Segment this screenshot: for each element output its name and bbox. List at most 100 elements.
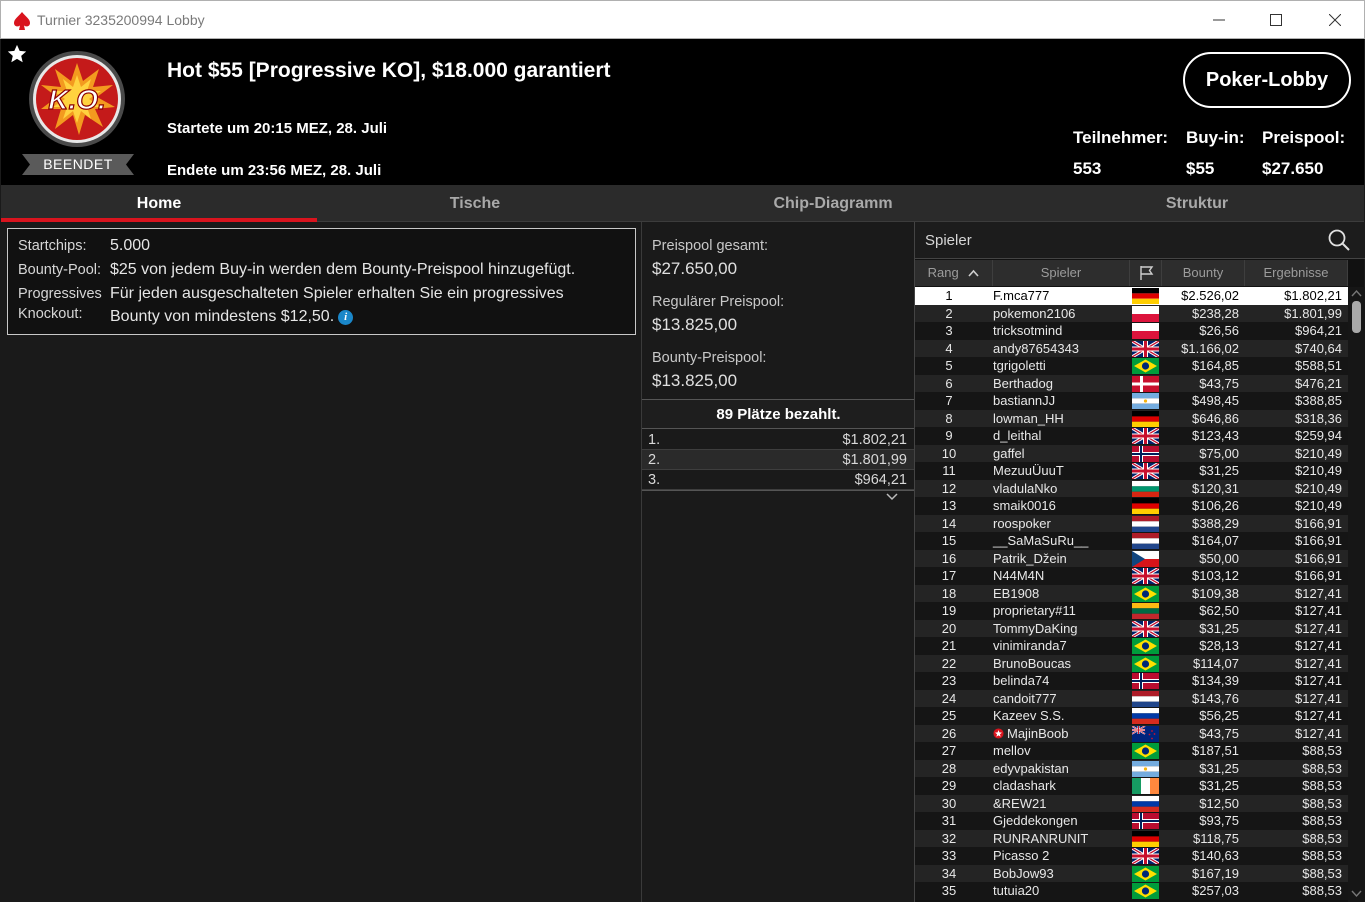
player-rank: 12 <box>941 480 957 496</box>
player-row[interactable]: 21 vinimiranda7 $28,13 $127,41 <box>915 637 1348 655</box>
expand-payouts[interactable] <box>642 490 915 504</box>
scroll-down-icon[interactable] <box>1351 890 1362 898</box>
player-rank: 29 <box>941 778 957 793</box>
player-result: $88,53 <box>1302 848 1342 863</box>
player-row[interactable]: 31 Gjeddekongen $93,75 $88,53 <box>915 812 1348 830</box>
player-name: MezuuÜuuT <box>993 463 1064 478</box>
player-row[interactable]: 22 BrunoBoucas $114,07 $127,41 <box>915 654 1348 672</box>
progressive-label-line1: Progressives <box>18 286 102 302</box>
player-name-cell: MajinBoob <box>993 726 1068 741</box>
search-icon[interactable] <box>1327 228 1351 252</box>
column-country[interactable] <box>1130 260 1162 286</box>
player-row[interactable]: 34 BobJow93 $167,19 $88,53 <box>915 864 1348 882</box>
buyin-value: $55 <box>1186 159 1215 178</box>
tab-structure[interactable]: Struktur <box>1039 185 1355 222</box>
player-name: proprietary#11 <box>993 603 1076 618</box>
player-row[interactable]: 7 bastiannJJ $498,45 $388,85 <box>915 392 1348 410</box>
player-row[interactable]: 17 N44M4N $103,12 $166,91 <box>915 566 1348 586</box>
favorite-star-icon[interactable] <box>6 43 28 65</box>
player-row[interactable]: 28 edyvpakistan $31,25 $88,53 <box>915 759 1348 777</box>
player-row[interactable]: 5 tgrigoletti $164,85 $588,51 <box>915 357 1348 375</box>
tab-home[interactable]: Home <box>1 185 317 222</box>
player-result: $210,49 <box>1295 463 1342 478</box>
player-row[interactable]: 4 andy87654343 $1.166,02 $740,64 <box>915 339 1348 358</box>
player-name-cell: tricksotmind <box>993 323 1062 338</box>
player-row[interactable]: 26 MajinBoob $43,75 $127,41 <box>915 724 1348 742</box>
player-name-cell: mellov <box>993 743 1031 758</box>
player-bounty: $134,39 <box>1192 673 1239 688</box>
tournament-lobby-window: Turnier 3235200994 Lobby K.O. BEENDET Ho… <box>0 0 1365 902</box>
player-row[interactable]: 20 TommyDaKing $31,25 $127,41 <box>915 619 1348 638</box>
player-row[interactable]: 10 gaffel $75,00 $210,49 <box>915 444 1348 462</box>
player-row[interactable]: 19 proprietary#11 $62,50 $127,41 <box>915 602 1348 620</box>
player-name: Picasso 2 <box>993 848 1050 863</box>
player-bounty: $75,00 <box>1199 445 1239 461</box>
player-row[interactable]: 33 Picasso 2 $140,63 $88,53 <box>915 846 1348 866</box>
player-result: $88,53 <box>1302 865 1342 881</box>
player-row[interactable]: 16 Patrik_Džein $50,00 $166,91 <box>915 549 1348 567</box>
player-row[interactable]: 2 pokemon2106 $238,28 $1.801,99 <box>915 304 1348 322</box>
player-rank: 32 <box>941 830 957 846</box>
players-scrollbar[interactable] <box>1348 287 1365 902</box>
player-row[interactable]: 27 mellov $187,51 $88,53 <box>915 742 1348 760</box>
player-row[interactable]: 9 d_leithal $123,43 $259,94 <box>915 426 1348 446</box>
player-bounty: $106,26 <box>1192 498 1239 513</box>
player-name: vladulaNko <box>993 480 1058 496</box>
player-row[interactable]: 18 EB1908 $109,38 $127,41 <box>915 584 1348 602</box>
player-row[interactable]: 11 MezuuÜuuT $31,25 $210,49 <box>915 461 1348 481</box>
country-flag-icon <box>1132 795 1159 812</box>
player-row[interactable]: 12 vladulaNko $120,31 $210,49 <box>915 479 1348 497</box>
player-result: $88,53 <box>1302 883 1342 898</box>
ko-logo-text: K.O. <box>48 84 106 115</box>
player-rank: 19 <box>941 603 957 618</box>
player-row[interactable]: 13 smaik0016 $106,26 $210,49 <box>915 497 1348 515</box>
column-bounty[interactable]: Bounty <box>1162 260 1245 286</box>
player-result: $88,53 <box>1302 743 1342 758</box>
player-name-cell: MezuuÜuuT <box>993 463 1064 478</box>
country-flag-icon <box>1132 708 1159 724</box>
scrollbar-thumb[interactable] <box>1352 301 1361 333</box>
player-rank: 30 <box>941 795 957 811</box>
player-row[interactable]: 25 Kazeev S.S. $56,25 $127,41 <box>915 707 1348 725</box>
player-name: BrunoBoucas <box>993 655 1072 671</box>
player-row[interactable]: 8 lowman_HH $646,86 $318,36 <box>915 409 1348 427</box>
title-bar: Turnier 3235200994 Lobby <box>0 0 1365 39</box>
player-name-cell: belinda74 <box>993 673 1049 688</box>
minimize-button[interactable] <box>1190 1 1248 39</box>
close-button[interactable] <box>1306 1 1364 39</box>
player-name: tricksotmind <box>993 323 1063 338</box>
player-row[interactable]: 35 tutuia20 $257,03 $88,53 <box>915 882 1348 900</box>
player-row[interactable]: 14 roospoker $388,29 $166,91 <box>915 514 1348 532</box>
player-rank: 2 <box>945 305 953 321</box>
tab-tables[interactable]: Tische <box>317 185 633 222</box>
maximize-icon <box>1270 14 1282 26</box>
player-name-cell: lowman_HH <box>993 411 1064 426</box>
player-row[interactable]: 24 candoit777 $143,76 $127,41 <box>915 689 1348 707</box>
player-row[interactable]: 30 &REW21 $12,50 $88,53 <box>915 794 1348 812</box>
player-row[interactable]: 1 F.mca777 $2.526,02 $1.802,21 <box>915 287 1348 305</box>
player-name: roospoker <box>993 515 1051 531</box>
player-row[interactable]: 15 __SaMaSuRu__ $164,07 $166,91 <box>915 532 1348 550</box>
column-result[interactable]: Ergebnisse <box>1245 260 1348 286</box>
maximize-button[interactable] <box>1247 1 1305 39</box>
player-name: Kazeev S.S. <box>993 708 1065 723</box>
minimize-icon <box>1213 19 1225 21</box>
poker-lobby-button[interactable]: Poker-Lobby <box>1183 52 1351 108</box>
player-row[interactable]: 32 RUNRANRUNIT $118,75 $88,53 <box>915 829 1348 847</box>
player-rank: 13 <box>941 498 957 513</box>
player-row[interactable]: 29 cladashark $31,25 $88,53 <box>915 777 1348 795</box>
player-rank: 27 <box>941 743 957 758</box>
scroll-up-icon[interactable] <box>1351 289 1362 297</box>
player-rank: 15 <box>941 533 957 548</box>
player-rank: 8 <box>945 410 953 426</box>
tab-chip-chart[interactable]: Chip-Diagramm <box>675 185 991 222</box>
column-rank[interactable]: Rang <box>915 260 993 286</box>
player-row[interactable]: 6 Berthadog $43,75 $476,21 <box>915 374 1348 392</box>
player-result: $127,41 <box>1295 690 1342 706</box>
info-icon[interactable]: i <box>338 310 354 325</box>
player-row[interactable]: 23 belinda74 $134,39 $127,41 <box>915 672 1348 690</box>
participants-value: 553 <box>1073 159 1102 178</box>
player-rank: 25 <box>941 708 957 723</box>
column-player[interactable]: Spieler <box>993 260 1130 286</box>
player-row[interactable]: 3 tricksotmind $26,56 $964,21 <box>915 322 1348 340</box>
